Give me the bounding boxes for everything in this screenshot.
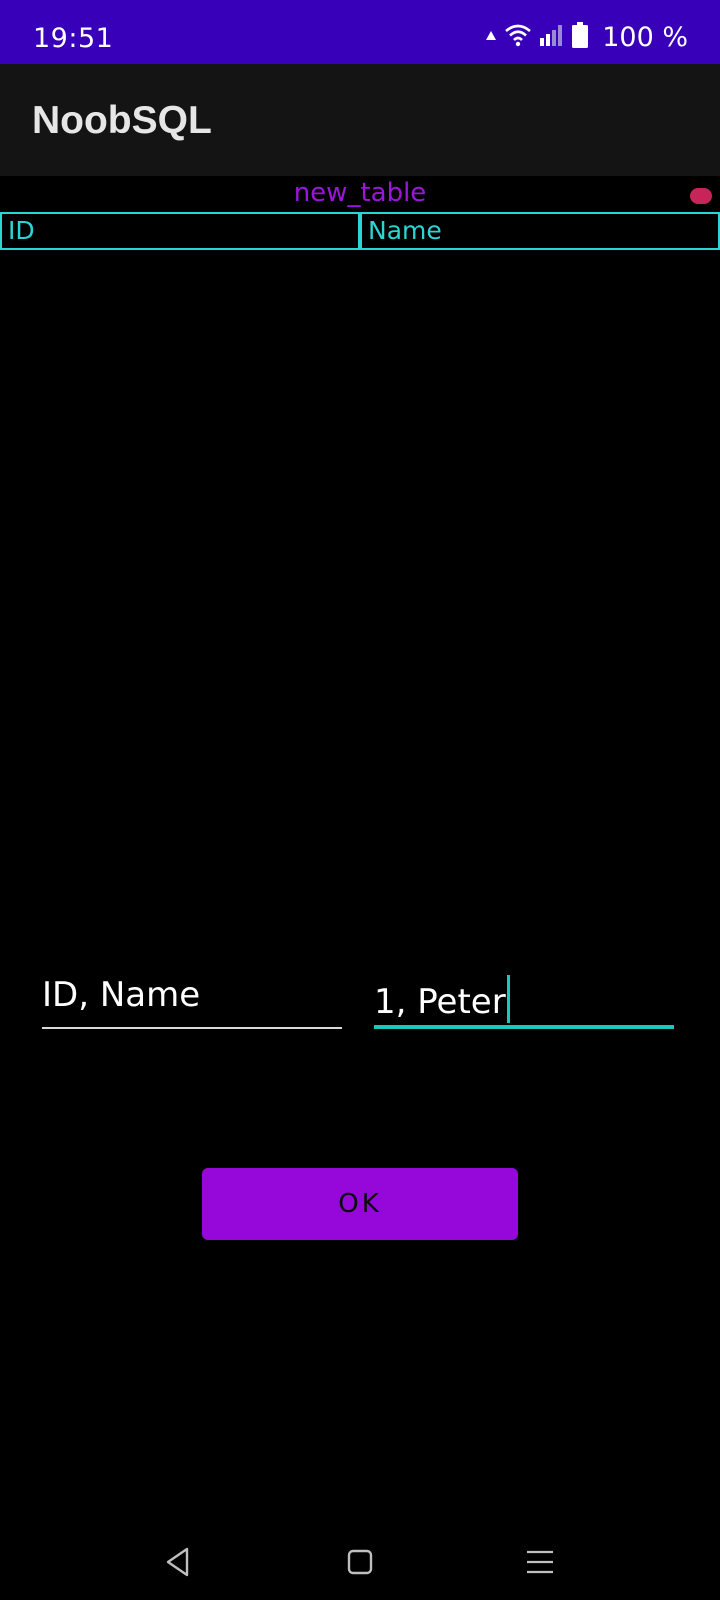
- record-indicator[interactable]: [690, 188, 712, 204]
- text-cursor: [506, 975, 510, 1023]
- app-bar: NoobSQL: [0, 64, 720, 176]
- table-name: new_table: [293, 178, 427, 208]
- data-arrow-icon: [486, 28, 497, 47]
- table-header-row: ID Name: [0, 212, 720, 250]
- home-icon[interactable]: [340, 1542, 380, 1582]
- columns-input-value: ID, Name: [42, 975, 201, 1015]
- column-header-name[interactable]: Name: [360, 212, 720, 250]
- columns-input[interactable]: ID, Name: [42, 965, 342, 1029]
- battery-percent: 100 %: [602, 21, 688, 53]
- back-icon[interactable]: [158, 1542, 198, 1582]
- menu-icon[interactable]: [520, 1542, 560, 1582]
- battery-icon: [572, 22, 589, 52]
- signal-icon: [540, 24, 564, 50]
- app-title: NoobSQL: [32, 99, 212, 142]
- values-input[interactable]: 1, Peter: [374, 965, 674, 1029]
- status-bar: 19:51 100 %: [0, 0, 720, 64]
- column-header-id[interactable]: ID: [0, 212, 360, 250]
- ok-button[interactable]: OK: [202, 1168, 518, 1240]
- status-icons: 100 %: [486, 21, 688, 53]
- status-time: 19:51: [33, 23, 114, 54]
- nav-bar: [0, 1512, 720, 1600]
- values-input-value: 1, Peter: [374, 982, 506, 1022]
- wifi-icon: [504, 23, 532, 51]
